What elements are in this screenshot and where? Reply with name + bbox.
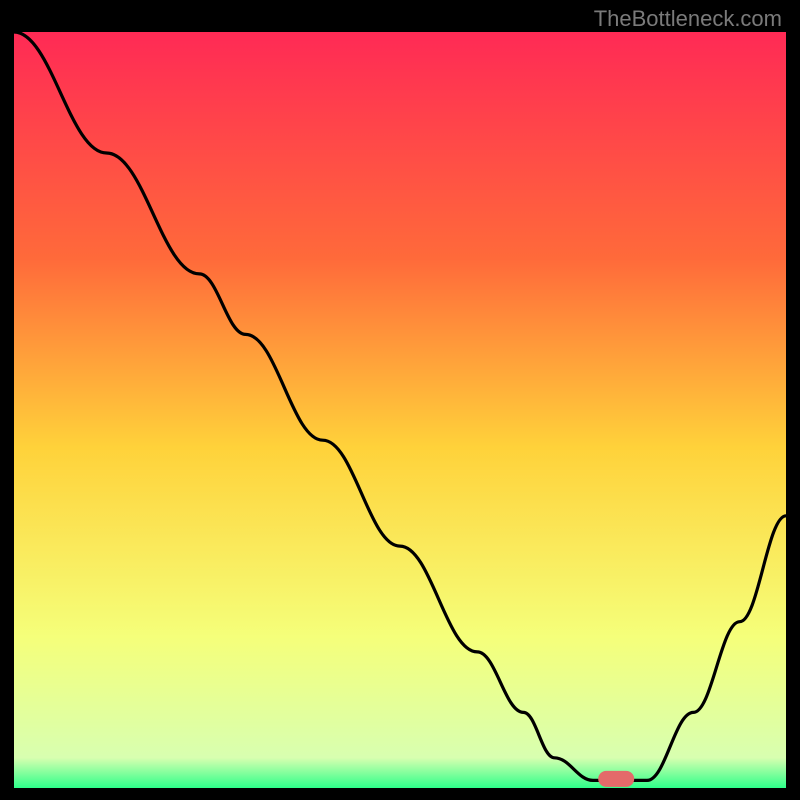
marker-pill xyxy=(598,771,634,787)
watermark-text: TheBottleneck.com xyxy=(594,6,782,32)
gradient-bg xyxy=(14,32,786,788)
chart-svg xyxy=(14,32,786,788)
chart-frame xyxy=(14,32,786,788)
